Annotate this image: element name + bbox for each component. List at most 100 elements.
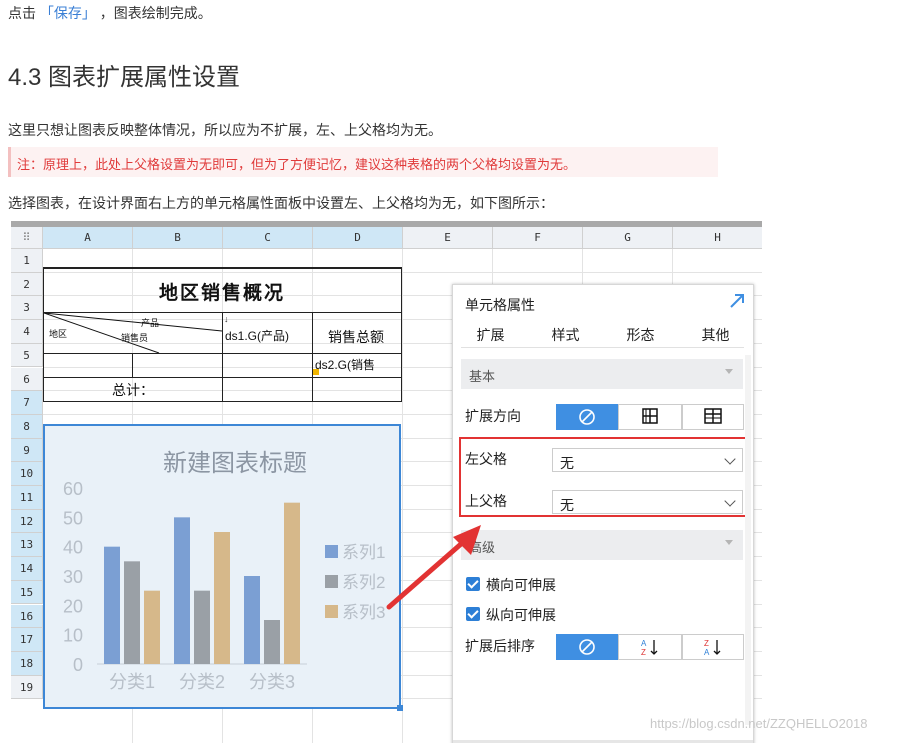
red-arrow-annotation: [386, 525, 481, 610]
table-title[interactable]: 地区销售概况: [43, 278, 401, 305]
row-header-14[interactable]: 14: [11, 557, 43, 581]
expand-horizontal-button[interactable]: [682, 404, 744, 430]
y-tick-label: 20: [63, 596, 83, 616]
panel-scrollbar[interactable]: [745, 355, 751, 725]
row-header-13[interactable]: 13: [11, 533, 43, 558]
panel-title: 单元格属性: [465, 297, 535, 313]
row-header-6[interactable]: 6: [11, 367, 43, 392]
save-instruction-prefix: 点击: [8, 5, 36, 21]
save-instruction-suffix: ，图表绘制完成。: [99, 5, 212, 21]
row-header-8[interactable]: 8: [11, 414, 43, 439]
expand-down-marker: ↓: [224, 314, 229, 324]
horizontal-expand-icon: [704, 408, 722, 424]
sort-descending-icon: ZA: [704, 639, 721, 657]
watermark: https://blog.csdn.net/ZZQHELLO2018: [650, 716, 868, 731]
vertical-extend-label: 纵向可伸展: [486, 607, 556, 623]
column-header-e[interactable]: E: [403, 227, 493, 249]
table-vline-c: [222, 312, 223, 402]
column-header-f[interactable]: F: [493, 227, 583, 249]
row-header-10[interactable]: 10: [11, 462, 43, 486]
sort-ascending-button[interactable]: AZ: [618, 634, 682, 660]
x-tick-label: 分类3: [249, 672, 295, 692]
table-border-top: [43, 267, 402, 269]
row-header-15[interactable]: 15: [11, 580, 43, 605]
y-tick-label: 50: [63, 508, 83, 528]
column-header-a[interactable]: A: [43, 227, 133, 249]
bar-1-2: [174, 517, 190, 664]
cell-properties-panel: 单元格属性 扩展 样式 形态 其他 基本 扩展方向 左父格 无 上父格 无 高级…: [452, 284, 754, 743]
legend-swatch-2: [325, 575, 338, 588]
column-header-h[interactable]: H: [673, 227, 762, 249]
no-sort-icon: [579, 639, 595, 655]
bar-2-2: [194, 590, 210, 664]
row-header-19[interactable]: 19: [11, 675, 43, 700]
row-header-17[interactable]: 17: [11, 628, 43, 652]
svg-text:A: A: [704, 648, 710, 657]
row-header-5[interactable]: 5: [11, 343, 43, 368]
row-header-11[interactable]: 11: [11, 486, 43, 510]
row-header-7[interactable]: 7: [11, 391, 43, 415]
cell-c3-value[interactable]: ds1.G(产品): [225, 327, 289, 344]
svg-text:A: A: [641, 639, 647, 648]
row-header-18[interactable]: 18: [11, 651, 43, 676]
section-advanced[interactable]: 高级: [461, 530, 743, 560]
tab-other[interactable]: 其他: [678, 325, 753, 345]
cell-d4-value[interactable]: ds2.G(销售: [315, 356, 400, 373]
sort-none-button[interactable]: [556, 634, 618, 660]
paragraph-instruction: 选择图表，在设计界面右上方的单元格属性面板中设置左、上父格均为无，如下图所示：: [8, 195, 554, 211]
tab-style[interactable]: 样式: [528, 325, 603, 345]
bar-3-2: [214, 532, 230, 664]
section-heading: 4.3 图表扩展属性设置: [8, 64, 241, 91]
chart-object[interactable]: 新建图表标题 0 10 20 30 40 50 60 分类1 分类2 分类3 系列1 系列2 系列3: [43, 424, 403, 711]
row-header-2[interactable]: 2: [11, 272, 43, 297]
diagonal-label-product: 产品: [141, 318, 160, 328]
section-basic[interactable]: 基本: [461, 359, 743, 389]
table-border-right: [401, 267, 402, 402]
y-tick-label: 60: [63, 479, 83, 499]
panel-drag-handle[interactable]: ···: [597, 739, 609, 743]
row-header-9[interactable]: 9: [11, 438, 43, 463]
cell-d3-value[interactable]: 销售总额: [328, 327, 384, 347]
row-header-1[interactable]: 1: [11, 249, 43, 273]
save-keyword: 「保存」: [39, 5, 96, 21]
section-basic-label: 基本: [469, 369, 496, 384]
expand-vertical-button[interactable]: [618, 404, 682, 430]
bar-2-1: [124, 561, 140, 664]
table-vline-b: [132, 353, 133, 377]
expand-panel-icon[interactable]: [729, 293, 745, 309]
sort-ascending-icon: AZ: [641, 639, 658, 657]
advanced-chevron-down-icon: [725, 540, 733, 545]
sort-descending-button[interactable]: ZA: [682, 634, 744, 660]
bar-chart: 新建图表标题 0 10 20 30 40 50 60 分类1 分类2 分类3 系列1 系列2 系列3: [63, 450, 386, 692]
y-tick-label: 10: [63, 626, 83, 646]
tab-active-underline: [461, 347, 744, 348]
x-tick-label: 分类2: [179, 672, 225, 692]
svg-text:Z: Z: [704, 639, 709, 648]
row-header-4[interactable]: 4: [11, 320, 43, 344]
diagonal-label-sales: 销售员: [121, 333, 149, 343]
sheet-corner[interactable]: ⠿: [11, 227, 43, 249]
x-tick-label: 分类1: [109, 672, 155, 692]
sheet-corner-icon: ⠿: [22, 231, 31, 244]
legend-label-3: 系列3: [342, 603, 385, 622]
bar-1-3: [244, 576, 260, 664]
column-header-d[interactable]: D: [313, 227, 403, 249]
row-header-3[interactable]: 3: [11, 296, 43, 321]
column-header-g[interactable]: G: [583, 227, 673, 249]
bar-1-1: [104, 546, 120, 664]
tab-form[interactable]: 形态: [603, 325, 678, 345]
y-tick-label: 40: [63, 538, 83, 558]
svg-text:Z: Z: [641, 648, 646, 657]
cell-d4-marker: [313, 369, 319, 375]
expand-none-button[interactable]: [556, 404, 618, 430]
row-header-12[interactable]: 12: [11, 509, 43, 534]
total-label[interactable]: 总计：: [112, 380, 154, 400]
legend-swatch-3: [325, 605, 338, 618]
tab-expand[interactable]: 扩展: [453, 325, 528, 345]
chart-resize-handle[interactable]: [397, 705, 403, 711]
row-header-16[interactable]: 16: [11, 604, 43, 629]
no-expand-icon: [579, 409, 595, 425]
column-header-b[interactable]: B: [133, 227, 223, 249]
diagonal-label-region: 地区: [49, 329, 68, 339]
column-header-c[interactable]: C: [223, 227, 313, 249]
